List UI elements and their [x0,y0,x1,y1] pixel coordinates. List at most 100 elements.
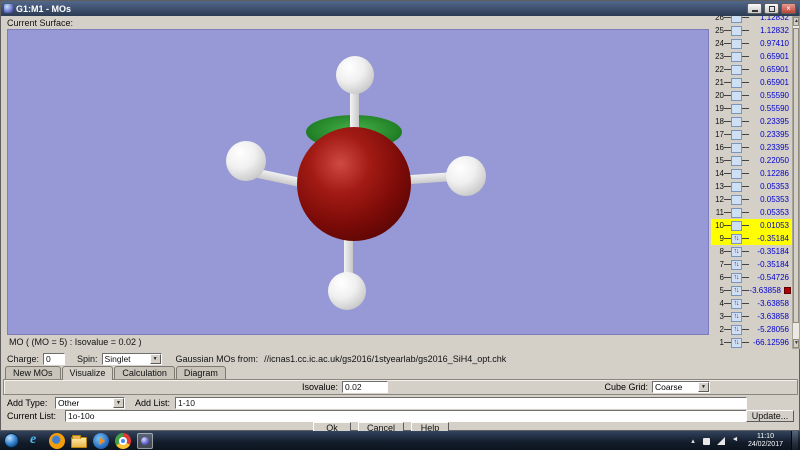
mo-row[interactable]: 170.23395 [711,128,792,141]
window-title: G1:M1 - MOs [16,4,747,14]
add-type-dropdown[interactable]: Other ▼ [55,397,125,409]
spin-dropdown[interactable]: Singlet ▼ [102,353,162,365]
mo-occupancy-box[interactable] [731,221,742,231]
mo-occupancy-box[interactable]: ↑↓ [731,312,742,322]
charge-input[interactable] [43,353,65,365]
mo-row[interactable]: 150.22050 [711,154,792,167]
firefox-icon[interactable] [49,433,65,449]
mo-number: 13 [711,182,724,191]
mo-occupancy-box[interactable] [731,16,742,23]
cube-grid-dropdown[interactable]: Coarse ▼ [652,381,710,393]
mo-row[interactable]: 261.12832 [711,16,792,24]
mo-row[interactable]: 240.97410 [711,37,792,50]
mo-occupancy-box[interactable] [731,208,742,218]
mo-row[interactable]: 230.65901 [711,50,792,63]
mo-occupancy-box[interactable] [731,39,742,49]
mo-energy-value: 1.12832 [749,16,792,22]
tab-visualize[interactable]: Visualize [62,366,114,380]
hidden-icons-icon[interactable] [688,435,698,447]
mo-row[interactable]: 200.55590 [711,89,792,102]
folder-icon[interactable] [71,437,87,448]
mo-row[interactable]: 8↑↓-0.35184 [711,245,792,258]
mo-row[interactable]: 110.05353 [711,206,792,219]
mo-number: 16 [711,143,724,152]
media-player-icon[interactable] [93,433,109,449]
internet-explorer-icon[interactable] [27,433,43,449]
mo-row[interactable]: 9↑↓-0.35184 [711,232,792,245]
tab-calculation[interactable]: Calculation [114,366,175,379]
mo-row[interactable]: 7↑↓-0.35184 [711,258,792,271]
mo-row[interactable]: 3↑↓-3.63858 [711,310,792,323]
mo-occupancy-box[interactable] [731,143,742,153]
mo-row[interactable]: 220.65901 [711,63,792,76]
tab-diagram[interactable]: Diagram [176,366,226,379]
mo-level-line [742,277,749,278]
mo-positive-lobe-surface [297,127,411,241]
mo-occupancy-box[interactable]: ↑↓ [731,260,742,270]
mo-occupancy-box[interactable]: ↑↓ [731,299,742,309]
mo-row[interactable]: 5↑↓-3.63858 [711,284,792,297]
mo-list-scrollbar[interactable]: ▲ ▼ [792,16,800,349]
hydrogen-atom-right [446,156,486,196]
mo-occupancy-box[interactable] [731,130,742,140]
isovalue-input[interactable] [342,381,388,393]
add-list-input[interactable] [175,397,747,409]
source-label: Gaussian MOs from: [176,354,259,364]
mo-occupancy-box[interactable] [731,65,742,75]
mo-occupancy-box[interactable]: ↑↓ [731,247,742,257]
mo-occupancy-box[interactable]: ↑↓ [731,273,742,283]
mo-row[interactable]: 180.23395 [711,115,792,128]
taskbar-clock[interactable]: 11:10 24/02/2017 [744,433,787,449]
update-button[interactable]: Update... [746,410,794,422]
mo-row[interactable]: 4↑↓-3.63858 [711,297,792,310]
taskbar-icons [24,433,156,449]
mo-occupancy-box[interactable] [731,195,742,205]
start-button[interactable] [4,433,19,448]
mo-number: 17 [711,130,724,139]
volume-icon[interactable] [730,435,740,447]
clock-date: 24/02/2017 [748,441,783,449]
mo-occupancy-box[interactable] [731,182,742,192]
mo-row[interactable]: 130.05353 [711,180,792,193]
network-icon[interactable] [716,435,726,447]
maximize-button[interactable] [764,3,779,14]
mo-occupancy-box[interactable] [731,52,742,62]
close-button[interactable]: × [781,3,796,14]
scroll-up-icon[interactable]: ▲ [793,17,799,26]
scrollbar-thumb[interactable] [793,28,799,323]
mo-occupancy-box[interactable] [731,91,742,101]
mo-occupancy-box[interactable] [731,104,742,114]
mo-row[interactable]: 100.01053 [711,219,792,232]
mo-row[interactable]: 120.05353 [711,193,792,206]
mo-row[interactable]: 1↑↓-66.12596 [711,336,792,349]
window-titlebar[interactable]: G1:M1 - MOs × [1,1,799,16]
mo-row[interactable]: 190.55590 [711,102,792,115]
mo-level-line [742,329,749,330]
current-list-input[interactable] [65,410,747,422]
minimize-button[interactable] [747,3,762,14]
mo-row[interactable]: 160.23395 [711,141,792,154]
tab-new-mos[interactable]: New MOs [5,366,61,379]
mo-occupancy-box[interactable] [731,169,742,179]
mo-occupancy-box[interactable]: ↑↓ [731,234,742,244]
gaussview-icon[interactable] [137,433,153,449]
mo-row[interactable]: 210.65901 [711,76,792,89]
mo-occupancy-box[interactable]: ↑↓ [731,325,742,335]
chrome-icon[interactable] [115,433,131,449]
mo-level-line [742,264,749,265]
mo-occupancy-box[interactable] [731,78,742,88]
action-center-icon[interactable] [702,435,712,447]
mo-occupancy-box[interactable] [731,156,742,166]
system-tray: 11:10 24/02/2017 [688,431,800,450]
mo-row[interactable]: 6↑↓-0.54726 [711,271,792,284]
molecule-viewport[interactable] [7,29,709,335]
mo-occupancy-box[interactable]: ↑↓ [731,286,742,296]
mo-row[interactable]: 140.12286 [711,167,792,180]
mo-occupancy-box[interactable] [731,26,742,36]
mo-occupancy-box[interactable]: ↑↓ [731,338,742,348]
mo-row[interactable]: 251.12832 [711,24,792,37]
show-desktop-button[interactable] [791,431,798,450]
mo-row[interactable]: 2↑↓-5.28056 [711,323,792,336]
scroll-down-icon[interactable]: ▼ [793,339,799,348]
mo-occupancy-box[interactable] [731,117,742,127]
